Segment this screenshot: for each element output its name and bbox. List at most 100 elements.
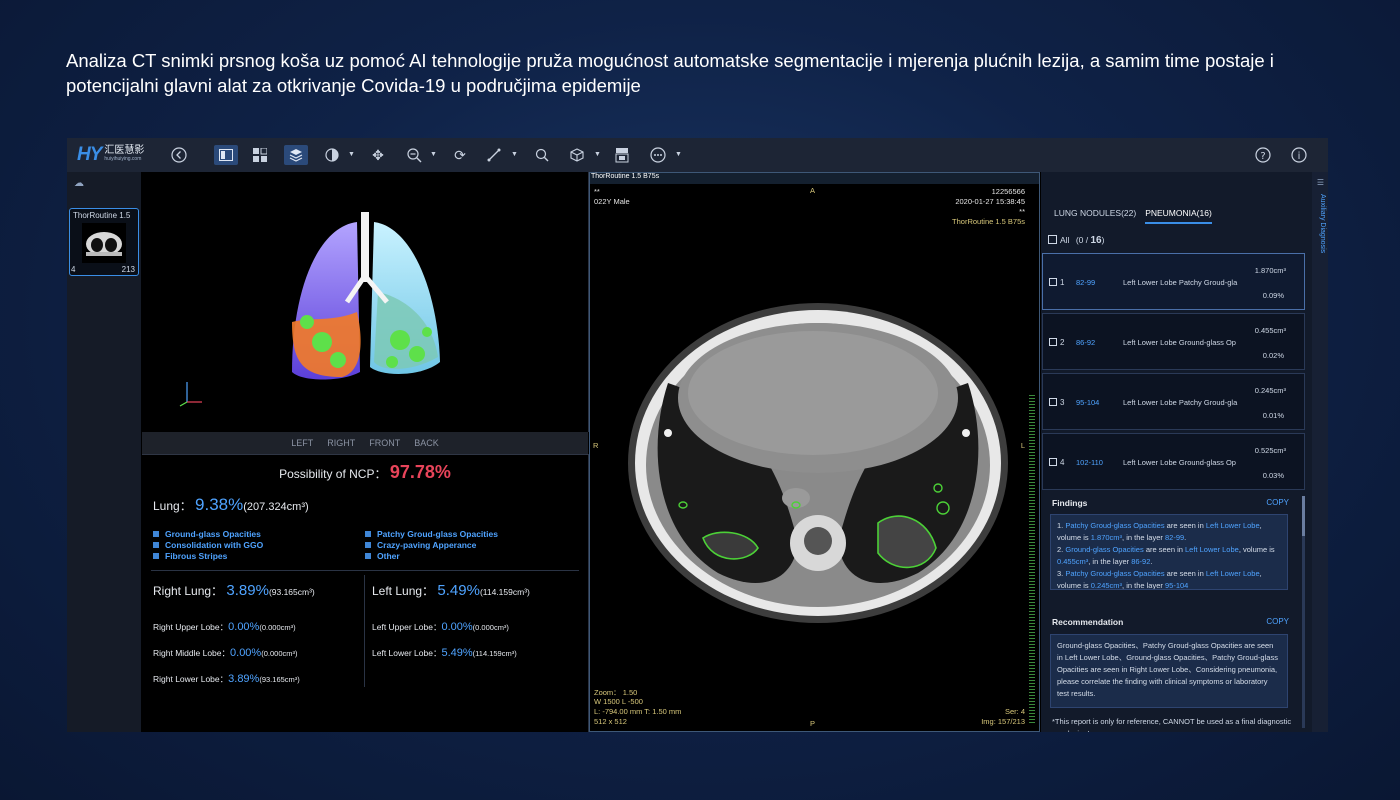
help-icon[interactable]: ? <box>1254 145 1272 165</box>
right-lung-summary: Right Lung： 3.89%(93.165cm³) <box>153 582 315 599</box>
view-left-button[interactable]: LEFT <box>291 438 313 448</box>
view-right-button[interactable]: RIGHT <box>327 438 355 448</box>
overlay-orientation-left: R <box>593 441 599 450</box>
lung-total: Lung： 9.38%(207.324cm³) <box>153 495 309 515</box>
checkbox-icon <box>365 542 371 548</box>
overlay-study-extra: ** <box>1019 207 1025 216</box>
finding-line: 1. Patchy Groud-glass Opacities are seen… <box>1057 521 1262 542</box>
legend-ground-glass[interactable]: Ground-glass Opacities <box>153 529 261 539</box>
overlay-patient-id: ** <box>594 187 600 196</box>
tab-lung-nodules[interactable]: LUNG NODULES(22) <box>1054 208 1136 224</box>
measure-dropdown-caret[interactable]: ▼ <box>511 145 518 165</box>
overlay-series-number: Ser: 4 <box>1004 707 1025 716</box>
viewer-title: ThorRoutine 1.5 B75s <box>591 173 660 180</box>
diagnosis-tabs: LUNG NODULES(22) PNEUMONIA(16) <box>1054 208 1212 224</box>
legend-patchy-ground-glass[interactable]: Patchy Groud-glass Opacities <box>365 529 498 539</box>
logo-mark: HY <box>77 144 102 165</box>
grid-icon[interactable] <box>249 145 271 165</box>
legend-consolidation[interactable]: Consolidation with GGO <box>153 540 263 550</box>
zoom-dropdown-caret[interactable]: ▼ <box>430 145 437 165</box>
auxiliary-diagnosis-tab[interactable]: ☰ Auxiliary Diagnosis <box>1312 172 1328 732</box>
more-icon[interactable] <box>649 145 667 165</box>
search-icon[interactable] <box>533 145 551 165</box>
zoom-icon[interactable] <box>405 145 423 165</box>
move-icon[interactable]: ✥ <box>369 145 387 165</box>
checkbox-icon[interactable] <box>1049 458 1057 466</box>
overlay-orientation-top: A <box>810 186 816 195</box>
slice-ruler[interactable] <box>1029 395 1035 725</box>
legend-other[interactable]: Other <box>365 551 400 561</box>
overlay-study-date: 2020-01-27 15:38:45 <box>955 197 1025 206</box>
legend-crazy-paving[interactable]: Crazy-paving Apperance <box>365 540 476 550</box>
back-icon[interactable] <box>170 145 188 165</box>
checkbox-icon[interactable] <box>1049 338 1057 346</box>
rotate-icon[interactable]: ⟳ <box>451 145 469 165</box>
panel-scrollbar-thumb[interactable] <box>1302 496 1305 536</box>
divider <box>151 570 579 571</box>
overlay-image-number: Img: 157/213 <box>981 717 1025 726</box>
lesion-item[interactable]: 3 95-104 Left Lower Lobe Patchy Groud-gl… <box>1042 373 1305 430</box>
lung-label: Lung： <box>153 499 192 513</box>
logo-url: huiyihuiying.com <box>104 156 142 162</box>
lung-3d-view[interactable] <box>142 172 589 432</box>
overlay-orientation-bottom: P <box>810 719 816 728</box>
overlay-series-name: ThorRoutine 1.5 B75s <box>952 217 1025 226</box>
dicom-icon[interactable] <box>613 145 631 165</box>
svg-text:i: i <box>1298 151 1301 162</box>
view-front-button[interactable]: FRONT <box>369 438 400 448</box>
analysis-stats: Possibility of NCP： 97.78% Lung： 9.38%(2… <box>142 454 589 732</box>
findings-copy-button[interactable]: COPY <box>1266 498 1289 507</box>
left-lung-summary: Left Lung： 5.49%(114.159cm³) <box>372 582 530 599</box>
ct-slice-viewer[interactable]: ThorRoutine 1.5 B75s ** 022Y Male A 1225… <box>589 172 1040 732</box>
thumbnail-title: ThorRoutine 1.5 <box>73 211 131 220</box>
legend-fibrous-stripes[interactable]: Fibrous Stripes <box>153 551 227 561</box>
lung-volume: (207.324cm³) <box>243 501 309 513</box>
overlay-location: L: -794.00 mm T: 1.50 mm <box>594 707 682 716</box>
recommendation-copy-button[interactable]: COPY <box>1266 617 1289 626</box>
series-thumbnail[interactable]: ThorRoutine 1.5 4 213 <box>69 208 139 276</box>
lesion-item[interactable]: 4 102-110 Left Lower Lobe Ground-glass O… <box>1042 433 1305 490</box>
select-all[interactable]: All (0 / 16) <box>1048 235 1104 246</box>
viewer-titlebar: ThorRoutine 1.5 B75s <box>590 173 1039 184</box>
ct-slice-image <box>628 303 1008 623</box>
right-middle-lobe: Right Middle Lobe：0.00%(0.000cm³) <box>153 647 298 659</box>
checkbox-icon[interactable] <box>1048 235 1057 244</box>
right-upper-lobe: Right Upper Lobe：0.00%(0.000cm³) <box>153 621 296 633</box>
checkbox-icon[interactable] <box>1049 278 1057 286</box>
auxiliary-diagnosis-label: Auxiliary Diagnosis <box>1319 194 1326 254</box>
ncp-probability: Possibility of NCP： 97.78% <box>142 462 588 483</box>
info-icon[interactable]: i <box>1290 145 1308 165</box>
toolbar: HY 汇医慧影 huiyihuiying.com ▼ ✥ ▼ ⟳ ▼ ▼ ▼ ?… <box>67 138 1328 172</box>
view-orientation-buttons: LEFT RIGHT FRONT BACK <box>142 432 588 454</box>
volume-dropdown-caret[interactable]: ▼ <box>594 145 601 165</box>
checkbox-icon <box>153 542 159 548</box>
tab-pneumonia[interactable]: PNEUMONIA(16) <box>1145 208 1212 224</box>
layers-icon[interactable] <box>284 145 308 165</box>
cloud-icon[interactable]: ☁ <box>74 178 84 189</box>
disclaimer-note: *This report is only for reference, CANN… <box>1052 717 1292 732</box>
lesion-item[interactable]: 2 86-92 Left Lower Lobe Ground-glass Op … <box>1042 313 1305 370</box>
lesion-item[interactable]: 1 82-99 Left Lower Lobe Patchy Groud-gla… <box>1042 253 1305 310</box>
layout-icon[interactable] <box>214 145 238 165</box>
view-back-button[interactable]: BACK <box>414 438 439 448</box>
more-dropdown-caret[interactable]: ▼ <box>675 145 682 165</box>
overlay-study-id: 12256566 <box>991 187 1025 196</box>
finding-line: 3. Patchy Groud-glass Opacities are seen… <box>1057 569 1262 590</box>
volume-icon[interactable] <box>568 145 586 165</box>
lung-3d-render <box>179 212 440 407</box>
ncp-label: Possibility of NCP： <box>279 467 387 481</box>
diagnosis-panel: ☰ Auxiliary Diagnosis LUNG NODULES(22) P… <box>1041 172 1328 732</box>
logo-name: 汇医慧影 <box>104 145 145 156</box>
findings-text: 1. Patchy Groud-glass Opacities are seen… <box>1050 514 1288 590</box>
recommendation-title: Recommendation <box>1052 617 1124 627</box>
contrast-dropdown-caret[interactable]: ▼ <box>348 145 355 165</box>
divider <box>364 575 365 687</box>
left-lower-lobe: Left Lower Lobe：5.49%(114.159cm³) <box>372 647 517 659</box>
checkbox-icon[interactable] <box>1049 398 1057 406</box>
measure-icon[interactable] <box>485 145 503 165</box>
contrast-icon[interactable] <box>323 145 341 165</box>
overlay-matrix: 512 x 512 <box>594 717 627 726</box>
list-icon: ☰ <box>1316 178 1324 187</box>
thumbnail-index: 4 <box>71 265 76 274</box>
overlay-window: W 1500 L -500 <box>594 697 643 706</box>
